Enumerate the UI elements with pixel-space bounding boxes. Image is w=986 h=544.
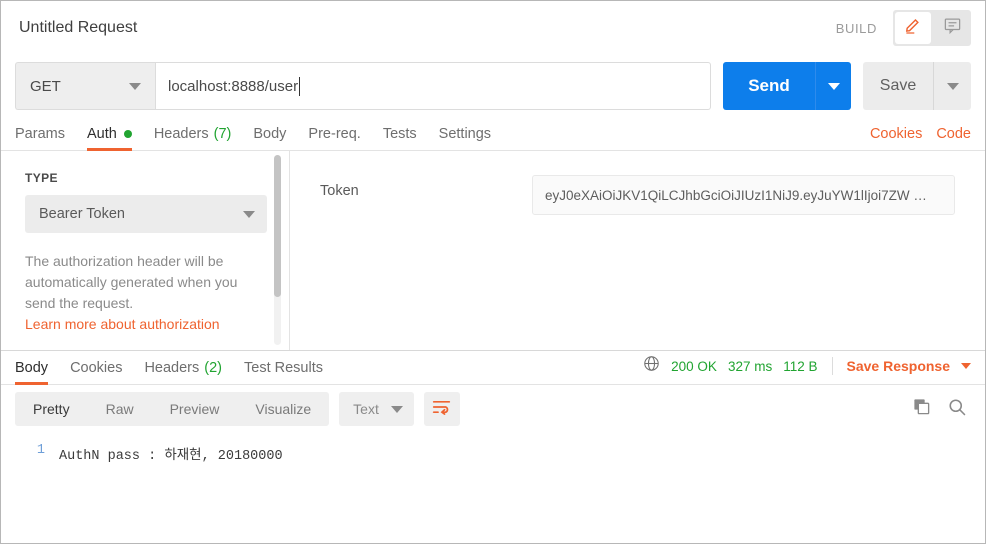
line-content: AuthN pass : 하재현, 20180000: [59, 449, 283, 464]
send-button-group: Send: [723, 62, 851, 110]
tab-label: Body: [15, 360, 49, 376]
chevron-down-icon[interactable]: [961, 363, 971, 369]
tab-label: Cookies: [70, 360, 123, 376]
response-tab-test-results[interactable]: Test Results: [244, 360, 323, 384]
token-label: Token: [320, 183, 359, 199]
line-number: 1: [36, 443, 45, 458]
view-visualize[interactable]: Visualize: [237, 392, 329, 426]
search-button[interactable]: [947, 397, 967, 422]
token-input[interactable]: eyJ0eXAiOiJKV1QiLCJhbGciOiJIUzI1NiJ9.eyJ…: [532, 175, 955, 215]
tab-label: Body: [253, 126, 287, 142]
edit-pencil-button[interactable]: [895, 12, 931, 44]
tab-count: (7): [213, 126, 232, 142]
tab-auth[interactable]: Auth: [86, 126, 132, 151]
request-tabs: Params Auth Headers (7) Body Pre-req. Te…: [1, 117, 985, 151]
view-raw[interactable]: Raw: [88, 392, 152, 426]
tab-count: (2): [204, 360, 222, 376]
tab-label: Headers: [144, 360, 200, 376]
request-tabs-actions: Cookies Code: [870, 126, 971, 150]
tab-label: Params: [15, 126, 65, 142]
response-tabs: Body Cookies Headers (2) Test Results 20…: [1, 351, 985, 385]
response-meta: 200 OK 327 ms 112 B Save Response: [643, 355, 971, 384]
auth-type-value: Bearer Token: [39, 206, 125, 222]
view-preview[interactable]: Preview: [152, 392, 238, 426]
response-toolbar-actions: [912, 397, 971, 422]
response-format-select[interactable]: Text: [339, 392, 414, 426]
auth-panel: TYPE Bearer Token The authorization head…: [1, 151, 985, 351]
chevron-down-icon: [129, 82, 141, 90]
tab-params[interactable]: Params: [15, 126, 65, 150]
tab-label: Test Results: [244, 360, 323, 376]
response-tab-cookies[interactable]: Cookies: [70, 360, 122, 384]
tab-settings[interactable]: Settings: [439, 126, 491, 150]
tab-headers[interactable]: Headers (7): [154, 126, 232, 150]
response-time: 327 ms: [727, 358, 773, 374]
save-options-button[interactable]: [933, 62, 971, 110]
save-response-button[interactable]: Save Response: [847, 358, 951, 374]
code-link[interactable]: Code: [936, 126, 971, 142]
learn-more-link[interactable]: Learn more about authorization: [25, 314, 243, 335]
response-tab-headers[interactable]: Headers (2): [144, 360, 222, 384]
edit-pencil-icon: [904, 16, 923, 40]
auth-type-panel: TYPE Bearer Token The authorization head…: [1, 151, 289, 350]
http-method-select[interactable]: GET: [15, 62, 155, 110]
chevron-down-icon: [243, 210, 255, 218]
cookies-link[interactable]: Cookies: [870, 126, 922, 142]
text-caret: [299, 76, 301, 96]
save-button-group: Save: [863, 62, 971, 110]
tab-label: Tests: [382, 126, 417, 142]
copy-button[interactable]: [912, 397, 931, 421]
divider: [831, 357, 833, 375]
url-input[interactable]: localhost:8888/user: [155, 62, 711, 110]
header-icon-group: [893, 10, 971, 46]
view-pretty[interactable]: Pretty: [15, 392, 88, 426]
tab-label: Settings: [438, 126, 492, 142]
response-view-toggle: Pretty Raw Preview Visualize: [15, 392, 330, 426]
auth-type-label: TYPE: [25, 171, 58, 185]
response-toolbar: Pretty Raw Preview Visualize Text: [1, 385, 985, 433]
save-button[interactable]: Save: [863, 62, 933, 110]
comment-button[interactable]: [933, 10, 971, 46]
http-method-value: GET: [30, 77, 61, 95]
word-wrap-icon: [432, 399, 451, 420]
token-input-value: eyJ0eXAiOiJKV1QiLCJhbGciOiJIUzI1NiJ9.eyJ…: [545, 187, 927, 203]
copy-icon: [912, 399, 931, 420]
comment-bubble-icon: [943, 16, 962, 40]
search-icon: [947, 398, 967, 421]
send-options-button[interactable]: [815, 62, 851, 110]
response-body-viewer[interactable]: 1 AuthN pass : 하재현, 20180000: [1, 433, 985, 464]
auth-status-dot-icon: [123, 130, 132, 138]
word-wrap-button[interactable]: [423, 392, 460, 426]
response-tab-body[interactable]: Body: [15, 360, 49, 385]
tab-label: Auth: [86, 126, 117, 142]
auth-token-panel: Token eyJ0eXAiOiJKV1QiLCJhbGciOiJIUzI1Ni…: [290, 151, 985, 350]
url-input-value: localhost:8888/user: [168, 77, 299, 95]
auth-panel-scrollbar[interactable]: [274, 155, 281, 345]
build-label: BUILD: [835, 20, 877, 36]
auth-description: The authorization header will be automat…: [25, 253, 238, 311]
send-button[interactable]: Send: [723, 62, 815, 110]
response-format-value: Text: [353, 401, 379, 417]
postman-window: Untitled Request BUILD GET localhost:888…: [0, 0, 986, 544]
response-size: 112 B: [783, 358, 818, 374]
chevron-down-icon: [946, 82, 959, 90]
chevron-down-icon: [827, 82, 840, 90]
chevron-down-icon: [390, 405, 403, 413]
url-bar: GET localhost:8888/user Send Save: [1, 55, 985, 117]
auth-type-select[interactable]: Bearer Token: [25, 195, 267, 233]
tab-prerequest[interactable]: Pre-req.: [308, 126, 360, 150]
code-line: 1 AuthN pass : 하재현, 20180000: [1, 443, 985, 464]
tab-tests[interactable]: Tests: [383, 126, 417, 150]
page-title: Untitled Request: [19, 19, 138, 36]
status-code: 200 OK: [671, 358, 717, 374]
scrollbar-thumb[interactable]: [274, 155, 281, 297]
tab-label: Pre-req.: [308, 126, 361, 142]
tab-body[interactable]: Body: [253, 126, 286, 150]
globe-icon: [643, 355, 660, 377]
title-bar: Untitled Request BUILD: [1, 1, 985, 55]
tab-label: Headers: [153, 126, 209, 142]
